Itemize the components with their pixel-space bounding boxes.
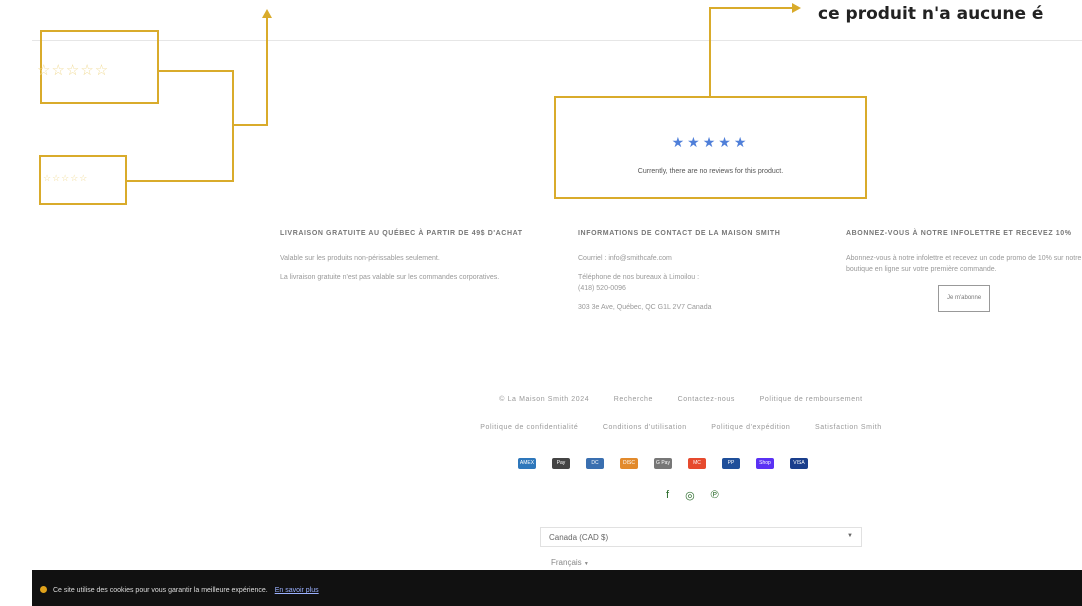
cookie-icon (40, 586, 47, 593)
copyright: © La Maison Smith 2024 (499, 396, 590, 403)
subscribe-button[interactable]: Je m'abonne (938, 285, 991, 312)
annotation-line (709, 7, 793, 9)
star-rating-large: ☆☆☆☆☆ (37, 62, 110, 79)
cookie-learn-more-link[interactable]: En savoir plus (275, 587, 319, 594)
link-search[interactable]: Recherche (614, 396, 653, 403)
link-refund-policy[interactable]: Politique de remboursement (760, 396, 863, 403)
contact-address: 303 3e Ave, Québec, QC G1L 2V7 Canada (578, 304, 712, 311)
contact-phone-label: Téléphone de nos bureaux à Limoilou : (578, 274, 700, 281)
link-terms[interactable]: Conditions d'utilisation (603, 424, 687, 431)
language-selector[interactable]: Français ▼ (551, 558, 589, 567)
annotation-line (127, 180, 234, 182)
footer-shipping: Livraison gratuite au Québec à partir de… (280, 228, 550, 291)
annotation-arrow (792, 3, 801, 13)
annotation-line (232, 70, 234, 182)
newsletter-text: Abonnez-vous à notre infolettre et recev… (846, 255, 1082, 273)
annotation-caption: ce produit n'a aucune é (818, 4, 1044, 24)
amex-icon: AMEX (518, 458, 536, 469)
shop-pay-icon: Shop (756, 458, 774, 469)
review-stars: ★★★★★ (671, 134, 750, 150)
star-rating-small: ☆☆☆☆☆ (43, 173, 89, 183)
annotation-line (159, 70, 234, 72)
footer: Livraison gratuite au Québec à partir de… (280, 228, 1082, 388)
reviews-widget: ★★★★★ Currently, there are no reviews fo… (554, 96, 867, 199)
social-links: f ◎ ℗ (666, 489, 719, 502)
footer-newsletter: Abonnez-vous à notre infolettre et recev… (846, 228, 1082, 312)
payment-icons: AMEX Pay DC DISC G Pay MC PP Shop VISA (518, 458, 808, 470)
visa-icon: VISA (790, 458, 808, 469)
link-privacy-policy[interactable]: Politique de confidentialité (480, 424, 578, 431)
contact-phone[interactable]: (418) 520-0096 (578, 283, 838, 294)
shipping-line-2: La livraison gratuite n'est pas valable … (280, 274, 500, 281)
cookie-banner: Ce site utilise des cookies pour vous ga… (32, 570, 1082, 606)
mastercard-icon: MC (688, 458, 706, 469)
annotation-line (709, 7, 711, 97)
link-satisfaction[interactable]: Satisfaction Smith (815, 424, 882, 431)
pinterest-icon[interactable]: ℗ (711, 489, 719, 502)
footer-contact: Informations de contact de la Maison Smi… (578, 228, 838, 321)
annotation-line (232, 124, 268, 126)
google-pay-icon: G Pay (654, 458, 672, 469)
chevron-down-icon: ▼ (583, 561, 589, 567)
footer-links-row-1: © La Maison Smith 2024 Recherche Contact… (280, 396, 1082, 403)
paypal-icon: PP (722, 458, 740, 469)
discover-icon: DISC (620, 458, 638, 469)
link-shipping-policy[interactable]: Politique d'expédition (711, 424, 790, 431)
contact-email[interactable]: Courriel : info@smithcafe.com (578, 253, 838, 264)
link-contact[interactable]: Contactez-nous (678, 396, 735, 403)
newsletter-heading: Abonnez-vous à notre infolettre et recev… (846, 230, 1072, 237)
no-reviews-message: Currently, there are no reviews for this… (637, 168, 784, 175)
shipping-line-1: Valable sur les produits non-périssables… (280, 255, 440, 262)
apple-pay-icon: Pay (552, 458, 570, 469)
language-value: Français (551, 558, 582, 567)
page: ce produit n'a aucune é ☆☆☆☆☆ ☆☆☆☆☆ ★★★★… (0, 0, 1082, 606)
divider (32, 40, 1082, 41)
shipping-heading: Livraison gratuite au Québec à partir de… (280, 230, 523, 237)
currency-value: Canada (CAD $) (549, 533, 609, 542)
cookie-message: Ce site utilise des cookies pour vous ga… (52, 587, 268, 594)
diners-club-icon: DC (586, 458, 604, 469)
annotation-line (266, 18, 268, 126)
footer-links-row-2: Politique de confidentialité Conditions … (280, 424, 1082, 431)
instagram-icon[interactable]: ◎ (685, 489, 695, 502)
annotation-arrow (262, 9, 272, 18)
chevron-down-icon: ▼ (847, 533, 853, 539)
contact-heading: Informations de contact de la Maison Smi… (578, 230, 781, 237)
facebook-icon[interactable]: f (666, 489, 669, 502)
currency-selector[interactable]: Canada (CAD $) ▼ (540, 527, 862, 547)
